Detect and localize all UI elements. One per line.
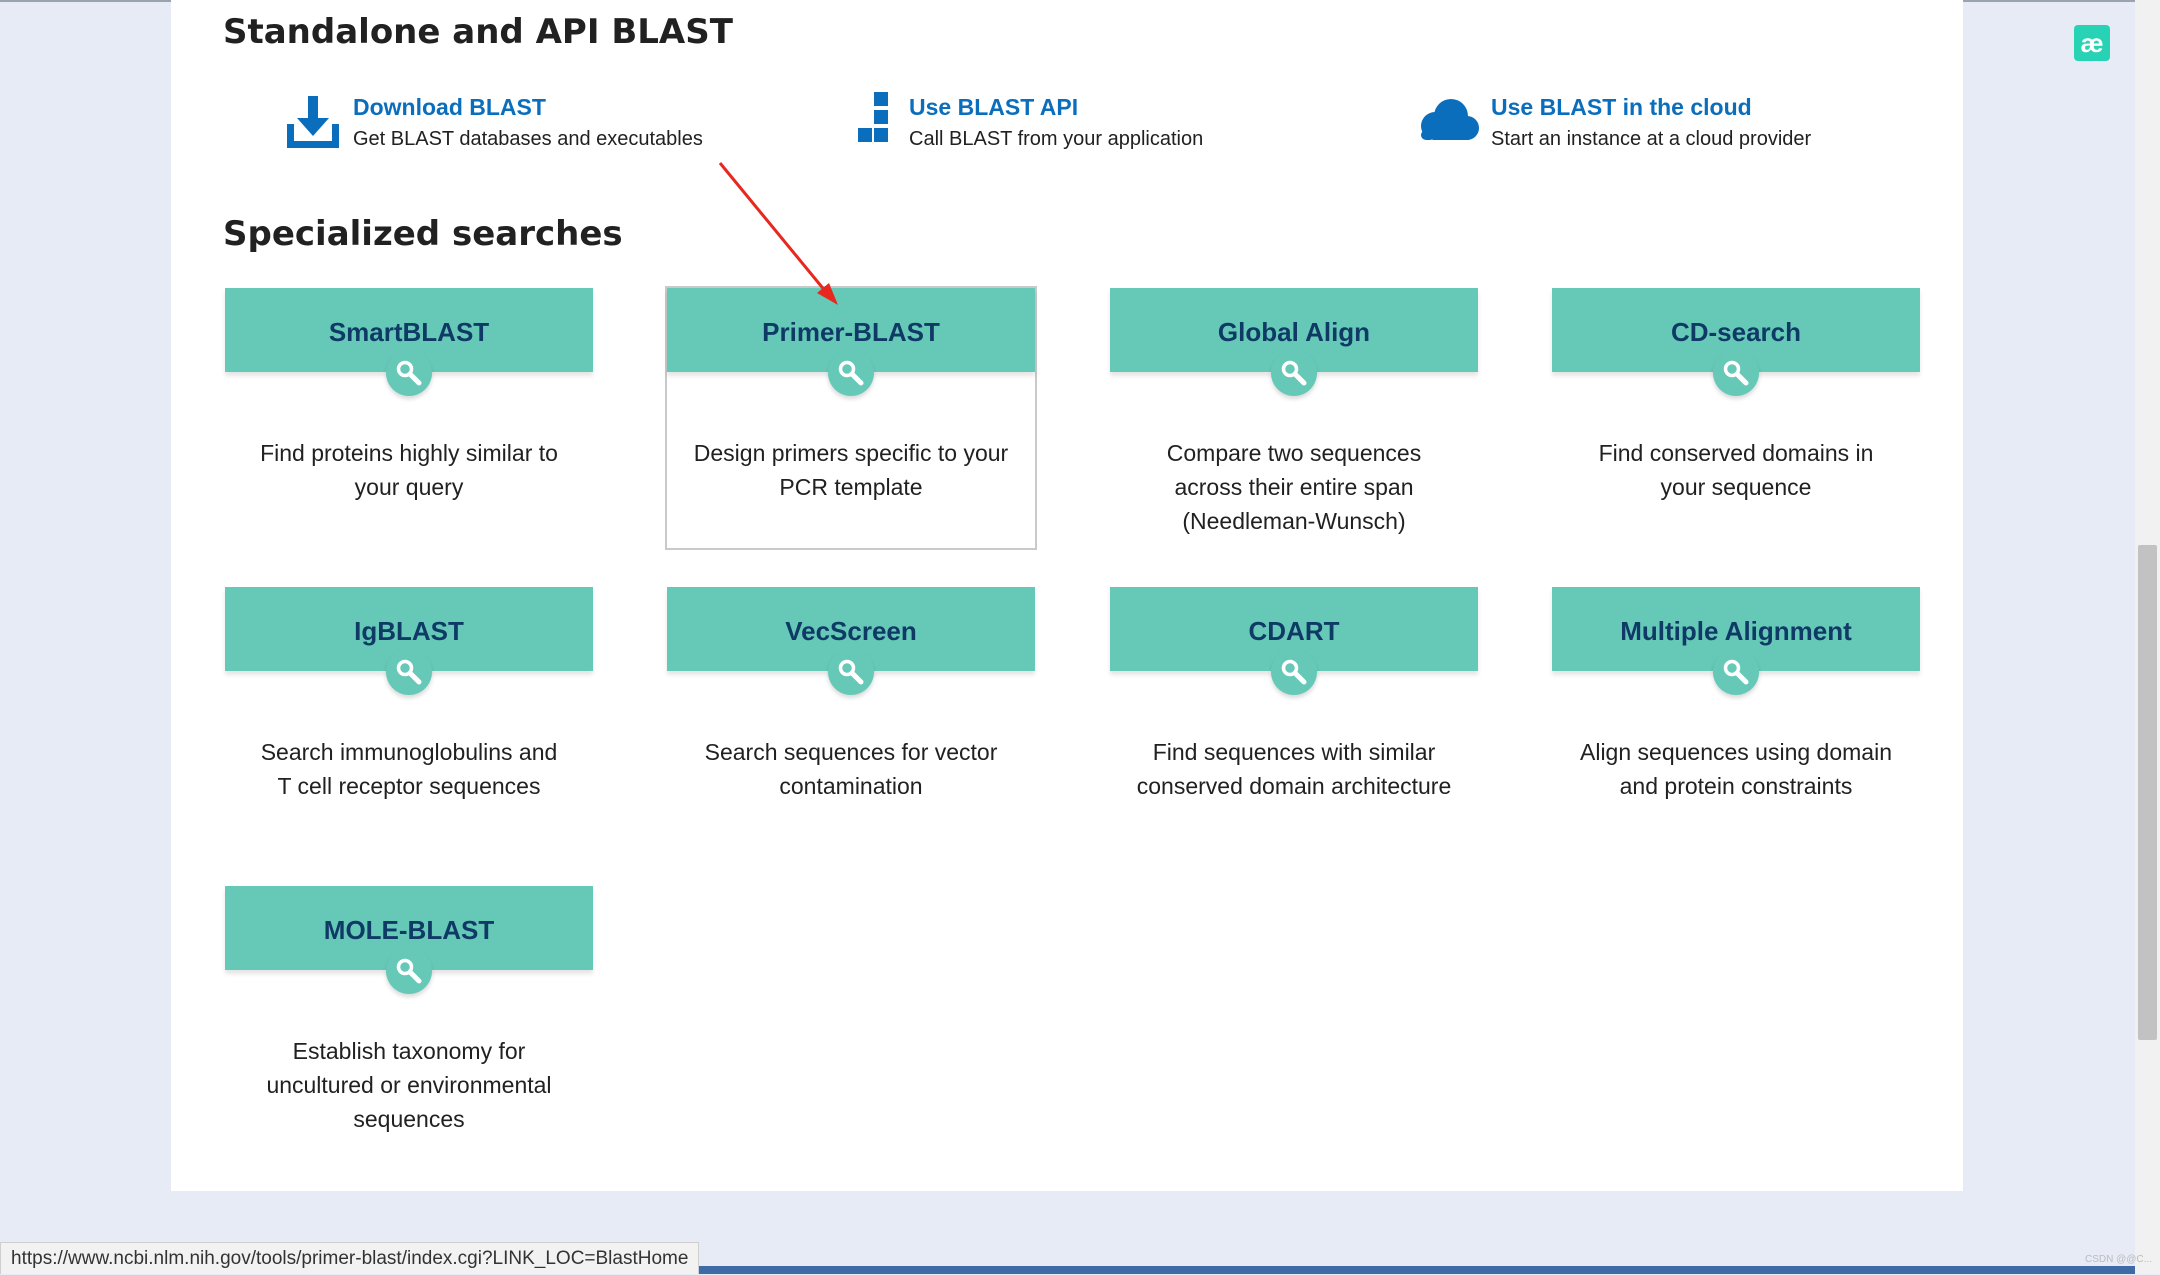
blast-api-description: Call BLAST from your application — [909, 128, 1204, 150]
extension-icon[interactable]: æ — [2074, 25, 2110, 61]
card-search-badge — [386, 649, 432, 695]
card-description: Establish taxonomy for uncultured or env… — [266, 1038, 552, 1132]
card-search-badge — [1271, 350, 1317, 396]
main-panel: Standalone and API BLAST Download BLAST … — [171, 0, 1963, 1191]
card-search-badge — [1713, 649, 1759, 695]
card-description: Align sequences using domain and protein… — [1580, 739, 1892, 799]
card-title[interactable]: SmartBLAST — [225, 317, 593, 348]
status-bar-url: https://www.ncbi.nlm.nih.gov/tools/prime… — [0, 1242, 700, 1274]
specialized-section-title: Specialized searches — [223, 214, 623, 254]
card-search-badge — [828, 350, 874, 396]
card-description: Design primers specific to your PCR temp… — [693, 440, 1009, 500]
card-description: Compare two sequences across their entir… — [1166, 440, 1422, 534]
card-title[interactable]: Global Align — [1110, 317, 1478, 348]
blast-cloud-link[interactable]: Use BLAST in the cloud — [1491, 94, 1752, 121]
card-title[interactable]: Multiple Alignment — [1552, 616, 1920, 647]
blast-cloud-description: Start an instance at a cloud provider — [1491, 128, 1812, 150]
card-global-align[interactable]: Global Align Compare two sequences acros… — [1108, 286, 1480, 548]
card-search-badge — [828, 649, 874, 695]
card-cd-search[interactable]: CD-search Find conserved domains in your… — [1550, 286, 1922, 548]
card-smartblast[interactable]: SmartBLAST Find proteins highly similar … — [223, 286, 595, 548]
card-search-badge — [1271, 649, 1317, 695]
search-icon — [1281, 659, 1307, 685]
card-title[interactable]: VecScreen — [667, 616, 1035, 647]
download-icon — [287, 96, 339, 148]
card-cdart[interactable]: CDART Find sequences with similar conser… — [1108, 585, 1480, 847]
search-icon — [396, 958, 422, 984]
download-blast-description: Get BLAST databases and executables — [353, 128, 703, 150]
search-icon — [396, 360, 422, 386]
card-description: Find conserved domains in your sequence — [1598, 440, 1874, 500]
card-search-badge — [386, 350, 432, 396]
card-search-badge — [1713, 350, 1759, 396]
watermark: CSDN @@C... — [2085, 1254, 2152, 1265]
search-icon — [1723, 360, 1749, 386]
card-description: Find sequences with similar conserved do… — [1136, 739, 1452, 799]
card-multiple-alignment[interactable]: Multiple Alignment Align sequences using… — [1550, 585, 1922, 847]
scrollbar-thumb[interactable] — [2138, 545, 2157, 1040]
search-icon — [838, 360, 864, 386]
search-icon — [396, 659, 422, 685]
card-vecscreen[interactable]: VecScreen Search sequences for vector co… — [665, 585, 1037, 847]
download-blast-link[interactable]: Download BLAST — [353, 94, 546, 121]
blast-api-link[interactable]: Use BLAST API — [909, 94, 1078, 121]
search-icon — [1723, 659, 1749, 685]
card-title[interactable]: IgBLAST — [225, 616, 593, 647]
card-description: Find proteins highly similar to your que… — [260, 440, 558, 500]
card-mole-blast[interactable]: MOLE-BLAST Establish taxonomy for uncult… — [223, 884, 595, 1146]
card-title[interactable]: CDART — [1110, 616, 1478, 647]
search-icon — [838, 659, 864, 685]
vertical-scrollbar[interactable] — [2135, 0, 2160, 1274]
api-blocks-icon — [858, 92, 888, 142]
card-primer-blast[interactable]: Primer-BLAST Design primers specific to … — [665, 286, 1037, 550]
card-igblast[interactable]: IgBLAST Search immunoglobulins and T cel… — [223, 585, 595, 847]
card-title[interactable]: Primer-BLAST — [667, 317, 1035, 348]
cloud-icon — [1421, 99, 1479, 140]
card-description: Search sequences for vector contaminatio… — [704, 739, 998, 799]
card-search-badge — [386, 948, 432, 994]
standalone-section-title: Standalone and API BLAST — [223, 12, 733, 52]
card-title[interactable]: CD-search — [1552, 317, 1920, 348]
card-title[interactable]: MOLE-BLAST — [225, 915, 593, 946]
search-icon — [1281, 360, 1307, 386]
bottom-bar — [660, 1266, 2135, 1274]
card-description: Search immunoglobulins and T cell recept… — [260, 739, 558, 799]
